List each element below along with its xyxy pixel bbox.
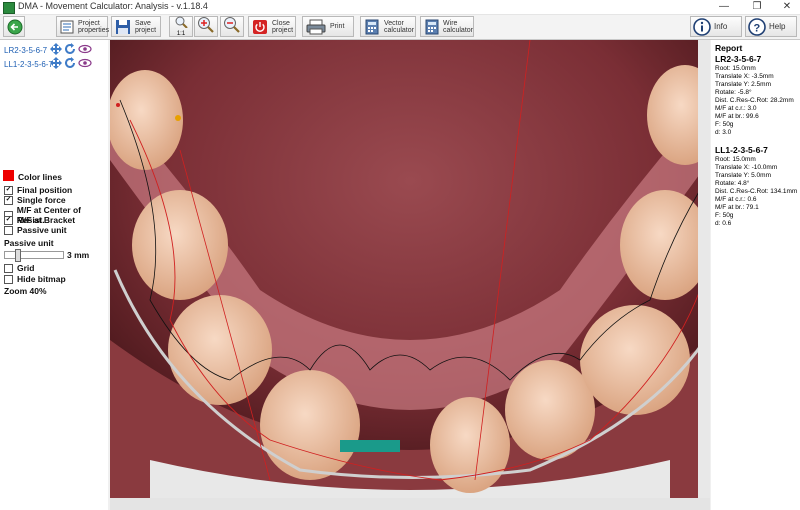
print-label: Print: [330, 23, 345, 30]
movement-item-ll[interactable]: LL1-2-3-5-6-7: [4, 60, 53, 69]
color-lines-label: Color lines: [18, 172, 62, 182]
info-button[interactable]: Info: [690, 16, 742, 37]
report-line: Rotate: -5.8°: [715, 89, 752, 96]
report-line: d: 3.0: [715, 129, 732, 136]
report-line: Root: 15.0mm: [715, 156, 756, 163]
zoom-out-icon: [223, 16, 241, 37]
project-properties-label: Project properties: [78, 19, 110, 34]
zoom-out-button[interactable]: [220, 16, 244, 37]
title-bar: DMA - Movement Calculator: Analysis - v.…: [0, 0, 800, 15]
wire-calculator-label: Wire calculator: [443, 19, 473, 34]
close-project-icon: [251, 18, 269, 36]
zoom-1-1-label: 1:1: [176, 31, 186, 37]
grid-checkbox[interactable]: Grid: [4, 263, 34, 273]
passive-unit-label: Passive unit: [4, 238, 54, 248]
report-panel: Report LR2-3-5-6-7 Root: 15.0mm Translat…: [711, 40, 800, 510]
report-section-title: LR2-3-5-6-7: [715, 54, 762, 64]
vector-calculator-icon: [363, 18, 381, 36]
close-project-label: Close project: [272, 19, 294, 34]
help-label: Help: [769, 22, 786, 31]
report-line: F: 50g: [715, 121, 734, 128]
rotate-icon[interactable]: [64, 57, 76, 72]
passive-value: 3 mm: [67, 250, 90, 260]
minimize-button[interactable]: —: [709, 0, 739, 14]
window-title: DMA - Movement Calculator: Analysis - v.…: [18, 1, 208, 11]
save-project-label: Save project: [135, 19, 157, 34]
move-icon[interactable]: [50, 57, 62, 72]
passive-unit-checkbox[interactable]: Passive unit: [4, 225, 67, 235]
report-line: M/F at br.: 79.1: [715, 204, 759, 211]
zoom-1-1-button[interactable]: 1:1: [169, 16, 193, 37]
zoom-1-1-icon: [174, 16, 188, 31]
back-button[interactable]: [3, 16, 25, 37]
save-project-button[interactable]: Save project: [111, 16, 161, 37]
app-icon: [3, 2, 15, 14]
report-line: Translate X: -10.0mm: [715, 164, 778, 171]
help-button[interactable]: ? Help: [745, 16, 797, 37]
close-window-button[interactable]: ✕: [772, 0, 800, 14]
rotate-icon[interactable]: [64, 43, 76, 58]
project-properties-button[interactable]: Project properties: [56, 16, 110, 37]
report-line: Translate X: -3.5mm: [715, 73, 774, 80]
project-properties-icon: [59, 18, 75, 36]
svg-text:?: ?: [754, 22, 761, 34]
movement-item-lr[interactable]: LR2-3-5-6-7: [4, 46, 47, 55]
vector-calculator-button[interactable]: Vector calculator: [360, 16, 416, 37]
mf-bracket-label: M/F at Bracket: [17, 215, 76, 225]
report-title: Report: [715, 43, 743, 53]
image-viewport[interactable]: [110, 40, 710, 510]
report-line: M/F at c.r.: 3.0: [715, 105, 757, 112]
eye-icon[interactable]: [78, 44, 92, 57]
hide-bitmap-label: Hide bitmap: [17, 274, 66, 284]
vertical-scrollbar[interactable]: [698, 40, 710, 498]
report-line: Translate Y: 2.5mm: [715, 81, 771, 88]
vector-calculator-label: Vector calculator: [384, 19, 414, 34]
report-line: M/F at br.: 99.6: [715, 113, 759, 120]
maximize-button[interactable]: ❐: [742, 0, 772, 14]
zoom-level: Zoom 40%: [4, 286, 47, 296]
back-arrow-icon: [6, 18, 24, 36]
single-force-label: Single force: [17, 195, 66, 205]
final-position-label: Final position: [17, 185, 73, 195]
grid-label: Grid: [17, 263, 35, 273]
final-position-checkbox[interactable]: ✓ Final position: [4, 185, 72, 195]
passive-unit-checkbox-label: Passive unit: [17, 225, 67, 235]
save-icon: [114, 18, 132, 36]
report-section-title: LL1-2-3-5-6-7: [715, 145, 768, 155]
zoom-in-icon: [197, 16, 215, 37]
report-line: F: 50g: [715, 212, 734, 219]
move-icon[interactable]: [50, 43, 62, 58]
mf-bracket-checkbox[interactable]: ✓ M/F at Bracket: [4, 215, 75, 225]
toolbar: Project properties Save project 1:1 Clos…: [0, 15, 800, 40]
wire-calculator-button[interactable]: Wire calculator: [420, 16, 474, 37]
slider-thumb[interactable]: [15, 249, 21, 262]
close-project-button[interactable]: Close project: [248, 16, 296, 37]
report-line: Translate Y: 5.0mm: [715, 172, 771, 179]
dental-photo: [110, 40, 710, 510]
color-lines-swatch[interactable]: [3, 170, 14, 181]
report-line: Root: 15.0mm: [715, 65, 756, 72]
eye-icon[interactable]: [78, 58, 92, 71]
report-line: d: 0.6: [715, 220, 732, 227]
info-icon: [693, 17, 711, 36]
wire-calculator-icon: [423, 18, 440, 36]
single-force-checkbox[interactable]: ✓ Single force: [4, 195, 66, 205]
zoom-in-button[interactable]: [194, 16, 218, 37]
report-line: Rotate: 4.8°: [715, 180, 750, 187]
help-icon: ?: [748, 17, 766, 36]
report-line: Dist. C.Res-C.Rot: 134.1mm: [715, 188, 798, 195]
left-panel: LR2-3-5-6-7 LL1-2-3-5-6-7 Color lines ✓ F…: [0, 40, 108, 510]
horizontal-scrollbar[interactable]: [110, 498, 710, 510]
passive-unit-slider[interactable]: [4, 249, 64, 262]
report-line: Dist. C.Res-C.Rot: 28.2mm: [715, 97, 794, 104]
info-label: Info: [714, 22, 728, 31]
print-button[interactable]: Print: [302, 16, 354, 37]
report-line: M/F at c.r.: 0.6: [715, 196, 757, 203]
hide-bitmap-checkbox[interactable]: Hide bitmap: [4, 274, 66, 284]
print-icon: [305, 18, 327, 36]
